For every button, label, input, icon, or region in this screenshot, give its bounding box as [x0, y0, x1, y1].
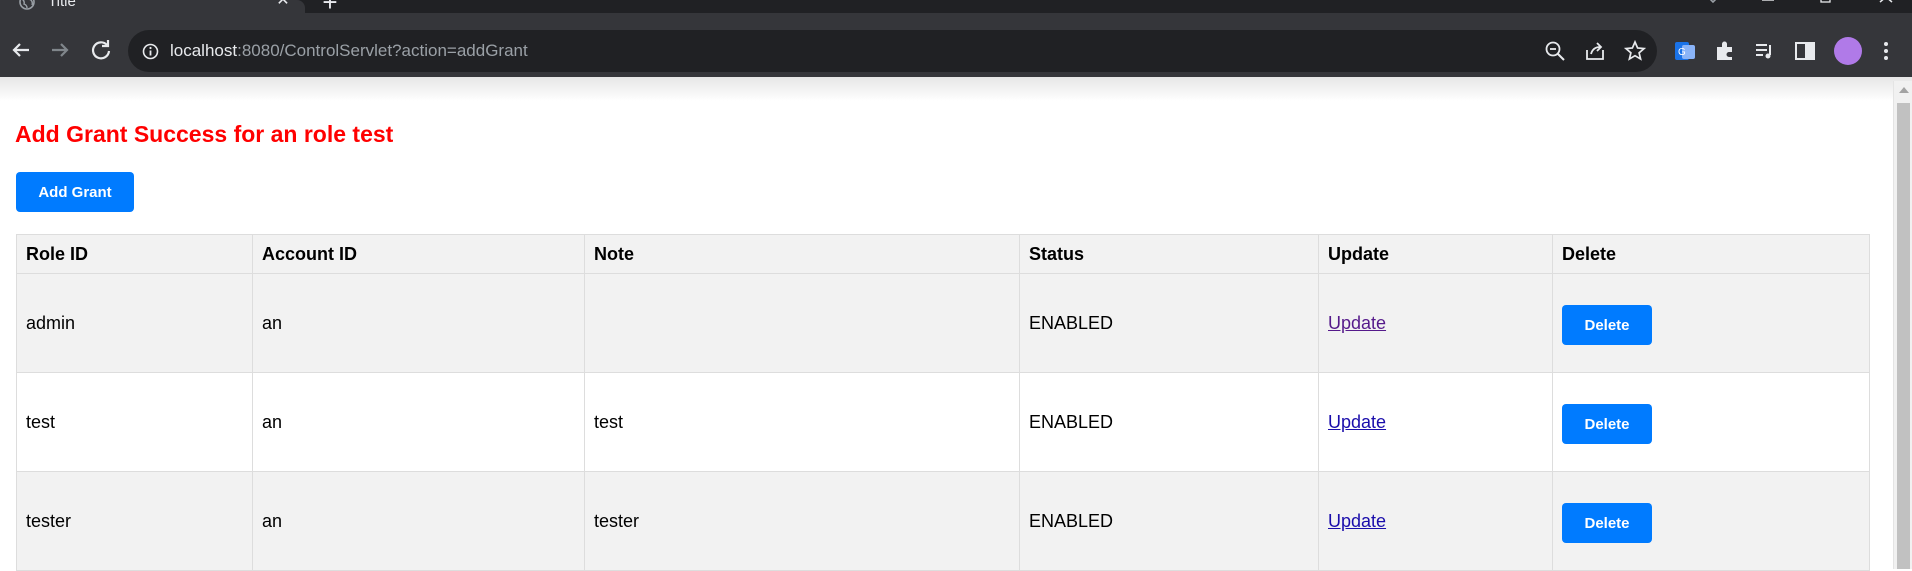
- avatar[interactable]: [1834, 37, 1862, 65]
- update-link[interactable]: Update: [1328, 313, 1386, 333]
- update-link[interactable]: Update: [1328, 511, 1386, 531]
- grant-table: Role ID Account ID Note Status Update De…: [16, 234, 1870, 571]
- cell-delete: Delete: [1552, 273, 1870, 373]
- zoom-out-icon[interactable]: [1544, 40, 1566, 62]
- tab-title: Title: [48, 0, 76, 10]
- restore-icon[interactable]: [1816, 0, 1836, 10]
- url-text[interactable]: localhost:8080/ControlServlet?action=add…: [170, 41, 528, 61]
- cell-role-id: test: [16, 372, 253, 472]
- add-grant-button[interactable]: Add Grant: [16, 172, 134, 212]
- back-icon[interactable]: [7, 36, 35, 64]
- delete-button[interactable]: Delete: [1562, 503, 1652, 543]
- url-path: :8080/ControlServlet?action=addGrant: [237, 41, 528, 60]
- column-header-delete: Delete: [1552, 234, 1870, 274]
- cell-status: ENABLED: [1019, 471, 1319, 571]
- cell-status: ENABLED: [1019, 372, 1319, 472]
- forward-icon[interactable]: [46, 36, 74, 64]
- table-row: test an test ENABLED Update Delete: [16, 372, 1870, 472]
- scroll-up-arrow-icon[interactable]: [1899, 87, 1909, 93]
- cell-delete: Delete: [1552, 471, 1870, 571]
- svg-text:G: G: [1678, 47, 1686, 58]
- delete-button[interactable]: Delete: [1562, 404, 1652, 444]
- column-header-note: Note: [584, 234, 1020, 274]
- cell-note: test: [584, 372, 1020, 472]
- share-icon[interactable]: [1584, 40, 1606, 62]
- star-icon[interactable]: [1624, 40, 1646, 62]
- cell-update: Update: [1318, 471, 1553, 571]
- more-menu-icon[interactable]: [1875, 40, 1897, 62]
- new-tab-icon[interactable]: +: [318, 0, 342, 15]
- tab-search-icon[interactable]: [1703, 0, 1723, 10]
- column-header-account-id: Account ID: [252, 234, 585, 274]
- cell-delete: Delete: [1552, 372, 1870, 472]
- cell-update: Update: [1318, 372, 1553, 472]
- cell-account-id: an: [252, 471, 585, 571]
- translate-extension-icon[interactable]: G: [1673, 39, 1697, 63]
- cell-note: [584, 273, 1020, 373]
- success-message: Add Grant Success for an role test: [15, 121, 394, 147]
- cell-note: tester: [584, 471, 1020, 571]
- close-window-icon[interactable]: [1876, 0, 1896, 10]
- column-header-status: Status: [1019, 234, 1319, 274]
- reload-icon[interactable]: [87, 36, 115, 64]
- scrollbar-thumb[interactable]: [1897, 103, 1910, 569]
- cell-account-id: an: [252, 273, 585, 373]
- globe-icon: [19, 0, 35, 10]
- media-queue-icon[interactable]: [1753, 39, 1777, 63]
- cell-role-id: admin: [16, 273, 253, 373]
- column-header-role-id: Role ID: [16, 234, 253, 274]
- browser-tab[interactable]: Title ✕: [0, 0, 305, 13]
- tab-strip: Title ✕ +: [0, 0, 1912, 15]
- column-header-update: Update: [1318, 234, 1553, 274]
- vertical-scrollbar[interactable]: [1893, 81, 1912, 569]
- side-panel-icon[interactable]: [1793, 39, 1817, 63]
- cell-role-id: tester: [16, 471, 253, 571]
- update-link[interactable]: Update: [1328, 412, 1386, 432]
- info-icon[interactable]: [142, 43, 159, 60]
- table-row: admin an ENABLED Update Delete: [16, 273, 1870, 373]
- delete-button[interactable]: Delete: [1562, 305, 1652, 345]
- toolbar-divider: [0, 77, 1912, 101]
- page-content: Add Grant Success for an role test Add G…: [0, 101, 1893, 571]
- puzzle-icon[interactable]: [1713, 39, 1737, 63]
- cell-update: Update: [1318, 273, 1553, 373]
- url-host: localhost: [170, 41, 238, 60]
- minimize-icon[interactable]: [1758, 0, 1778, 10]
- table-row: tester an tester ENABLED Update Delete: [16, 471, 1870, 571]
- cell-account-id: an: [252, 372, 585, 472]
- tab-close-icon[interactable]: ✕: [274, 0, 292, 10]
- table-header-row: Role ID Account ID Note Status Update De…: [16, 234, 1870, 274]
- cell-status: ENABLED: [1019, 273, 1319, 373]
